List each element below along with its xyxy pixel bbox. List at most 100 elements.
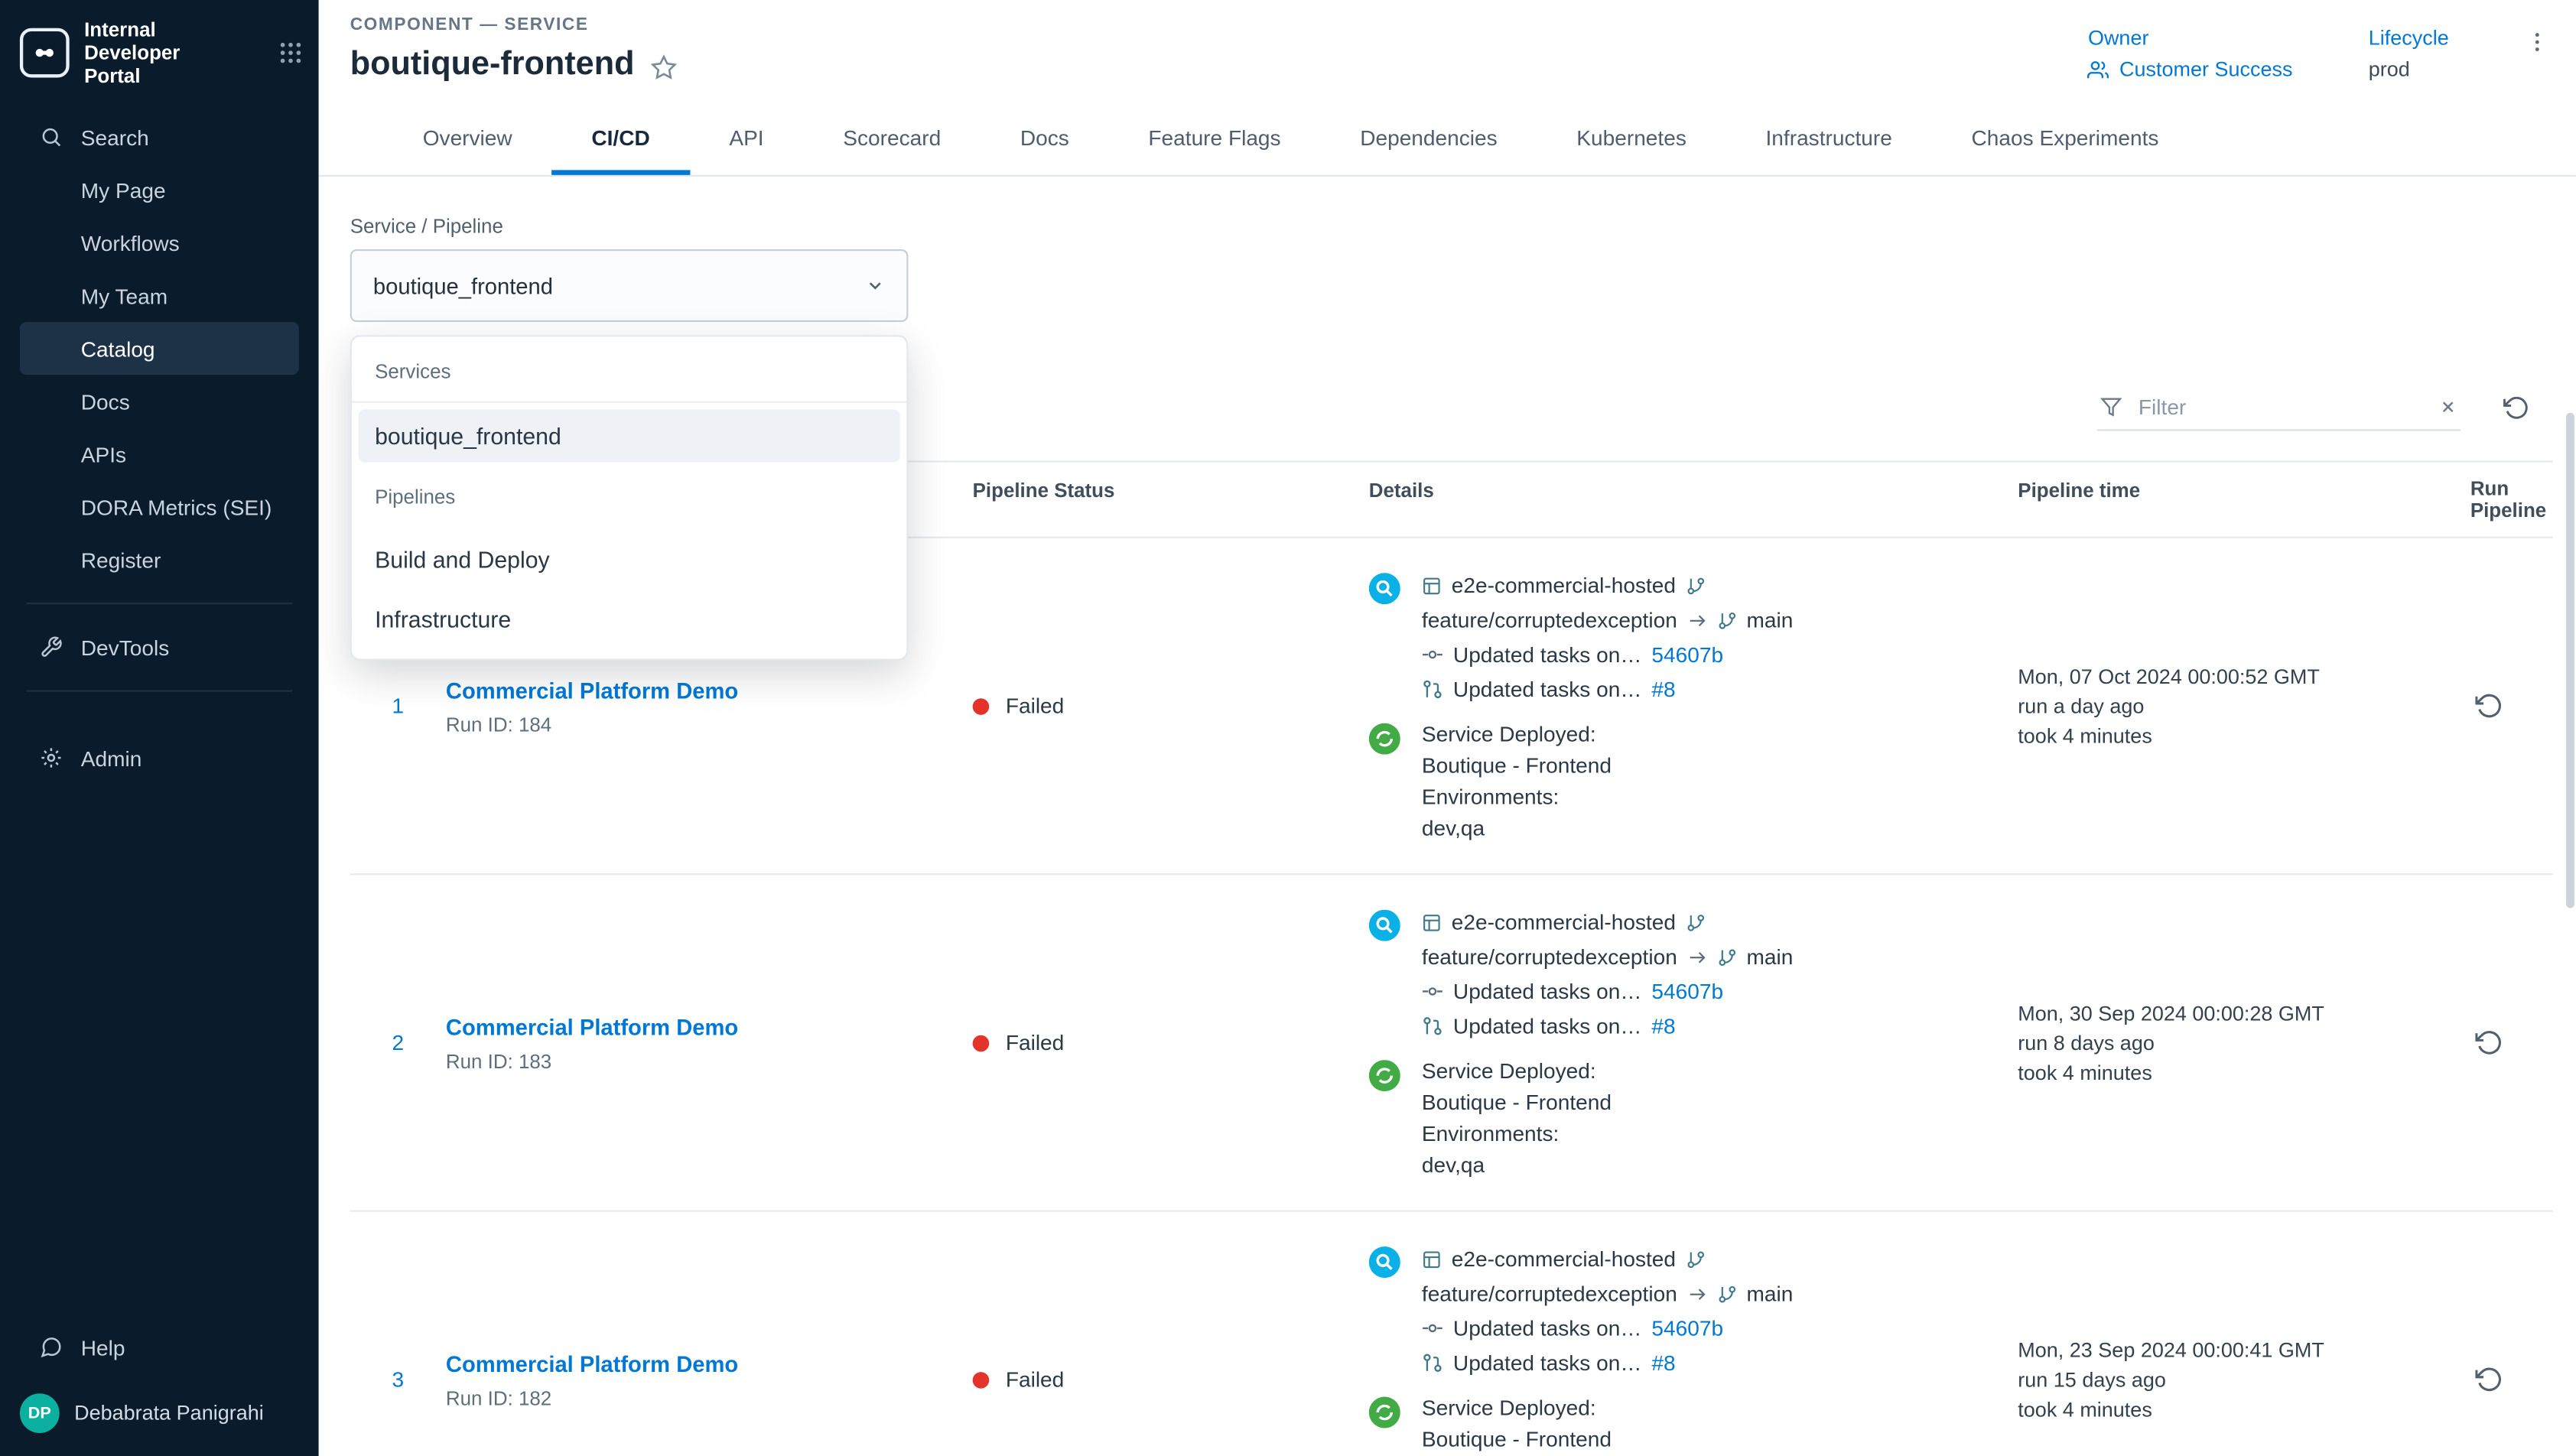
col-header-pipeline-time: Pipeline time — [2018, 479, 2455, 502]
run-id: Run ID: 183 — [446, 1049, 973, 1072]
commit-message: Updated tasks on… — [1453, 1311, 1642, 1344]
deploy-service: Boutique - Frontend — [1422, 1424, 1612, 1454]
tab-api[interactable]: API — [690, 101, 804, 175]
dropdown-option-build-and-deploy[interactable]: Build and Deploy — [359, 533, 900, 586]
pull-request-icon — [1422, 678, 1443, 700]
git-commit-icon — [1422, 1318, 1443, 1339]
sidebar: Internal Developer Portal Search My Page… — [0, 0, 319, 1456]
sidebar-item-search[interactable]: Search — [20, 111, 299, 164]
failed-status-dot — [973, 697, 990, 714]
deploy-envs: dev,qa — [1422, 813, 1612, 843]
app-window: Internal Developer Portal Search My Page… — [0, 0, 2576, 1456]
source-branch: feature/corruptedexception — [1422, 941, 1677, 973]
sidebar-item-admin[interactable]: Admin — [20, 731, 299, 784]
run-id: Run ID: 184 — [446, 713, 973, 736]
tab-chaos-experiments[interactable]: Chaos Experiments — [1932, 101, 2199, 175]
status-label: Failed — [1006, 1030, 1064, 1055]
dropdown-option-infrastructure[interactable]: Infrastructure — [359, 593, 900, 645]
pr-number-link[interactable]: #8 — [1651, 1009, 1675, 1042]
sidebar-divider — [27, 603, 293, 604]
app-logo[interactable] — [20, 28, 70, 78]
kebab-menu-icon[interactable] — [2525, 30, 2549, 54]
pipeline-name-link[interactable]: Commercial Platform Demo — [446, 1351, 738, 1376]
target-branch: main — [1746, 941, 1793, 973]
tab-feature-flags[interactable]: Feature Flags — [1109, 101, 1321, 175]
failed-status-dot — [973, 1035, 990, 1051]
pipeline-status: Failed — [973, 1367, 1369, 1392]
pipeline-time: Mon, 23 Sep 2024 00:00:41 GMT run 15 day… — [2018, 1335, 2455, 1425]
pipeline-select-value: boutique_frontend — [373, 273, 553, 297]
git-branch-icon — [1717, 947, 1737, 967]
ci-stage-icon — [1369, 1246, 1400, 1277]
git-branch-icon — [1686, 575, 1706, 595]
sidebar-item-help[interactable]: Help — [20, 1321, 299, 1373]
pipeline-name-link[interactable]: Commercial Platform Demo — [446, 1015, 738, 1039]
owner-value[interactable]: Customer Success — [2088, 58, 2293, 81]
commit-sha-link[interactable]: 54607b — [1651, 1311, 1723, 1344]
page-title: boutique-frontend — [350, 46, 635, 84]
pr-number-link[interactable]: #8 — [1651, 673, 1675, 706]
run-timestamp: Mon, 07 Oct 2024 00:00:52 GMT — [2018, 661, 2455, 691]
avatar: DP — [20, 1393, 60, 1433]
scrollbar-thumb[interactable] — [2566, 413, 2574, 908]
owner-label: Owner — [2088, 27, 2293, 50]
rerun-pipeline-icon[interactable] — [2472, 688, 2506, 723]
pipeline-time: Mon, 30 Sep 2024 00:00:28 GMT run 8 days… — [2018, 998, 2455, 1087]
repo-name[interactable]: e2e-commercial-hosted — [1452, 1243, 1676, 1276]
clear-filter-icon[interactable] — [2439, 398, 2457, 416]
filter-funnel-icon — [2100, 396, 2122, 418]
pull-request-icon — [1422, 1016, 1443, 1037]
refresh-icon[interactable] — [2500, 392, 2533, 424]
sidebar-item-docs[interactable]: Docs — [20, 375, 299, 427]
sidebar-item-apis[interactable]: APIs — [20, 427, 299, 480]
run-number-link[interactable]: 1 — [392, 694, 404, 718]
sidebar-item-workflows[interactable]: Workflows — [20, 216, 299, 269]
commit-message: Updated tasks on… — [1453, 975, 1642, 1008]
rerun-pipeline-icon[interactable] — [2472, 1362, 2506, 1396]
filter-input[interactable] — [2135, 393, 2426, 421]
sidebar-item-dora-metrics[interactable]: DORA Metrics (SEI) — [20, 480, 299, 533]
tab-kubernetes[interactable]: Kubernetes — [1537, 101, 1725, 175]
tab-dependencies[interactable]: Dependencies — [1320, 101, 1537, 175]
repo-name[interactable]: e2e-commercial-hosted — [1452, 569, 1676, 602]
sidebar-item-my-team[interactable]: My Team — [20, 269, 299, 322]
sidebar-footer: Help DP Debabrata Panigrahi — [0, 1321, 319, 1456]
sidebar-item-catalog[interactable]: Catalog — [20, 322, 299, 375]
run-number-link[interactable]: 3 — [392, 1367, 404, 1392]
favorite-star-icon[interactable] — [651, 54, 678, 80]
tab-cicd[interactable]: CI/CD — [552, 101, 690, 175]
dropdown-group-services: Services — [352, 336, 906, 402]
source-branch: feature/corruptedexception — [1422, 603, 1677, 636]
col-header-run-pipeline: Run Pipeline — [2470, 479, 2553, 522]
sidebar-item-register[interactable]: Register — [20, 533, 299, 586]
sidebar-item-my-page[interactable]: My Page — [20, 164, 299, 216]
col-header-details: Details — [1369, 479, 2018, 502]
apps-grid-icon[interactable] — [279, 41, 302, 64]
repo-name[interactable]: e2e-commercial-hosted — [1452, 905, 1676, 938]
tab-overview[interactable]: Overview — [383, 101, 552, 175]
commit-sha-link[interactable]: 54607b — [1651, 638, 1723, 671]
run-details: e2e-commercial-hosted feature/corruptede… — [1369, 905, 2018, 1179]
pipeline-name-link[interactable]: Commercial Platform Demo — [446, 678, 738, 702]
run-duration: took 4 minutes — [2018, 720, 2455, 750]
user-menu[interactable]: DP Debabrata Panigrahi — [0, 1373, 319, 1439]
chevron-down-icon — [865, 276, 885, 296]
tab-infrastructure[interactable]: Infrastructure — [1726, 101, 1932, 175]
sidebar-item-devtools[interactable]: DevTools — [20, 621, 299, 674]
filter-field[interactable] — [2097, 385, 2461, 431]
dropdown-option-boutique-frontend[interactable]: boutique_frontend — [359, 409, 900, 462]
run-number-link[interactable]: 2 — [392, 1030, 404, 1055]
commit-sha-link[interactable]: 54607b — [1651, 975, 1723, 1008]
run-duration: took 4 minutes — [2018, 1058, 2455, 1087]
tab-docs[interactable]: Docs — [981, 101, 1109, 175]
git-branch-icon — [1686, 1249, 1706, 1269]
run-timestamp: Mon, 23 Sep 2024 00:00:41 GMT — [2018, 1335, 2455, 1365]
pr-number-link[interactable]: #8 — [1651, 1347, 1675, 1380]
arrow-right-icon — [1687, 947, 1707, 967]
run-id: Run ID: 182 — [446, 1386, 973, 1409]
pr-message: Updated tasks on… — [1453, 1347, 1642, 1380]
rerun-pipeline-icon[interactable] — [2472, 1025, 2506, 1060]
pipeline-select[interactable]: boutique_frontend — [350, 249, 909, 322]
arrow-right-icon — [1687, 610, 1707, 630]
tab-scorecard[interactable]: Scorecard — [803, 101, 981, 175]
